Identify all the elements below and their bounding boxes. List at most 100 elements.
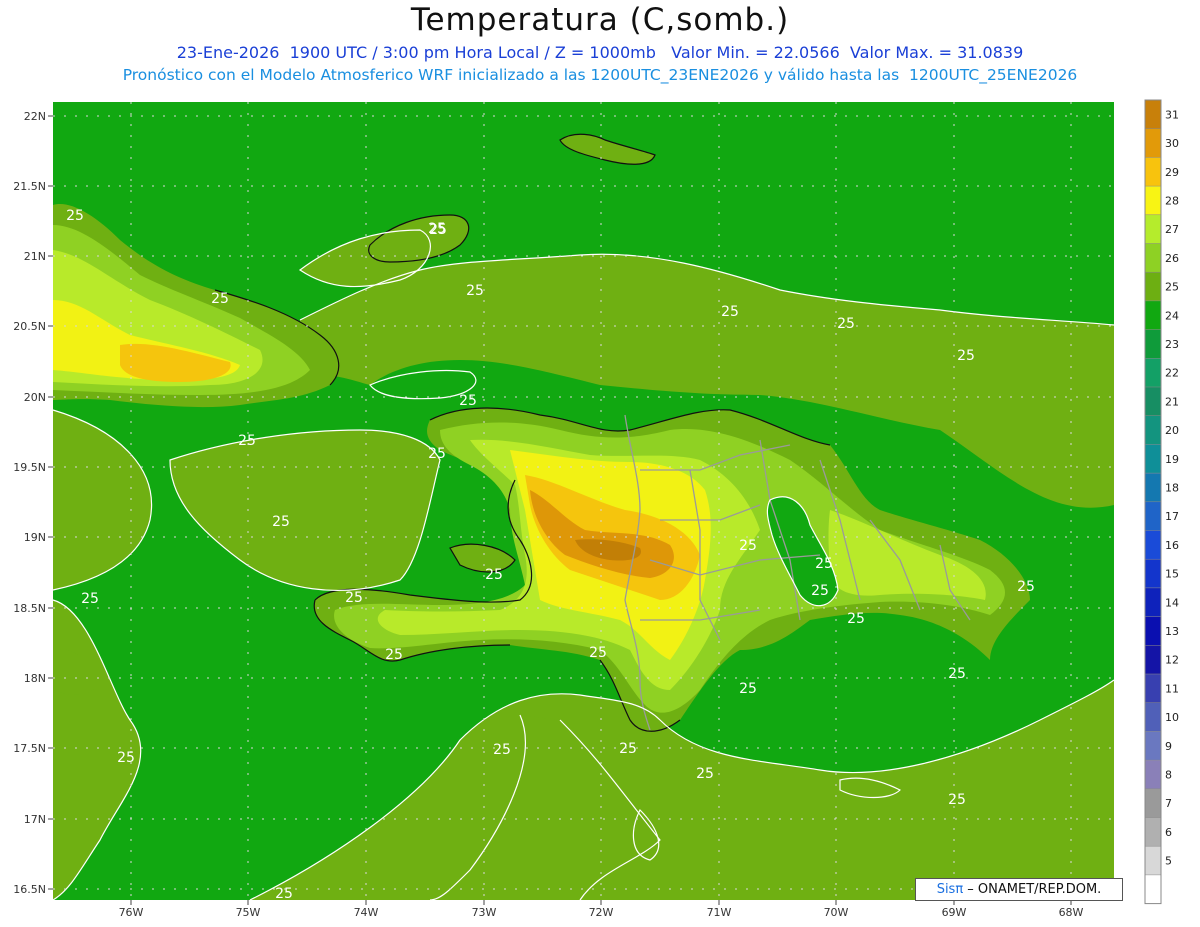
colorbar-cell bbox=[1145, 128, 1161, 158]
colorbar-label: 23 bbox=[1165, 338, 1179, 351]
lon-label: 74W bbox=[354, 906, 379, 919]
lon-label: 73W bbox=[472, 906, 497, 919]
contour-label-25: 25 bbox=[948, 792, 966, 808]
contour-label-25: 25 bbox=[428, 446, 446, 462]
colorbar-label: 5 bbox=[1165, 855, 1172, 868]
colorbar-cell bbox=[1145, 214, 1161, 244]
colorbar-cell bbox=[1145, 674, 1161, 703]
lat-label: 20N bbox=[24, 391, 46, 404]
contour-label-25: 25 bbox=[619, 741, 637, 757]
lat-label: 18N bbox=[24, 672, 46, 685]
latitude-labels: 22N 21.5N 21N 20.5N 20N 19.5N 19N 18.5N 18N 17.5N… bbox=[13, 110, 46, 896]
colorbar-cell bbox=[1145, 702, 1161, 732]
colorbar-cell bbox=[1145, 616, 1161, 646]
lat-label: 19N bbox=[24, 531, 46, 544]
colorbar-label: 7 bbox=[1165, 797, 1172, 810]
colorbar-cell bbox=[1145, 559, 1161, 588]
contour-label-25: 25 bbox=[837, 316, 855, 332]
colorbar-cell bbox=[1145, 387, 1161, 416]
colorbar-cell bbox=[1145, 846, 1161, 875]
colorbar-cell bbox=[1145, 473, 1161, 502]
colorbar-cell bbox=[1145, 157, 1161, 187]
colorbar-cell bbox=[1145, 817, 1161, 847]
contour-label-25: 25 bbox=[721, 304, 739, 320]
temperature-map: 22N 21.5N 21N 20.5N 20N 19.5N 19N 18.5N 18N 17.5N… bbox=[13, 99, 1179, 919]
colorbar-cell bbox=[1145, 272, 1161, 301]
colorbar-label: 25 bbox=[1165, 281, 1179, 294]
colorbar-cell bbox=[1145, 760, 1161, 789]
contour-label-25: 25 bbox=[948, 666, 966, 682]
contour-label-25: 25 bbox=[81, 591, 99, 607]
colorbar-cell bbox=[1145, 444, 1161, 474]
sispi-logo: Sisπ bbox=[936, 882, 964, 897]
colorbar-cell bbox=[1145, 731, 1161, 761]
colorbar-label: 6 bbox=[1165, 826, 1172, 839]
colorbar-cell bbox=[1145, 300, 1161, 330]
colorbar-cell bbox=[1145, 358, 1161, 387]
colorbar-label: 14 bbox=[1165, 596, 1179, 609]
colorbar-label: 8 bbox=[1165, 768, 1172, 781]
credit-text: – ONAMET/REP.DOM. bbox=[963, 882, 1102, 897]
colorbar-cell bbox=[1145, 530, 1161, 560]
lat-label: 20.5N bbox=[13, 320, 46, 333]
colorbar-cell bbox=[1145, 587, 1161, 617]
colorbar-label: 10 bbox=[1165, 711, 1179, 724]
lat-label: 19.5N bbox=[13, 461, 46, 474]
colorbar-cell bbox=[1145, 415, 1161, 445]
lon-label: 72W bbox=[589, 906, 614, 919]
contour-label-25: 25 bbox=[485, 567, 503, 583]
colorbar-label: 16 bbox=[1165, 539, 1179, 552]
contour-label-25: 25 bbox=[811, 583, 829, 599]
colorbar-label: 9 bbox=[1165, 740, 1172, 753]
colorbar-label: 29 bbox=[1165, 166, 1179, 179]
colorbar-cell bbox=[1145, 243, 1161, 273]
colorbar-cell bbox=[1145, 329, 1161, 359]
colorbar-cell bbox=[1145, 501, 1161, 531]
contour-label-25: 25 bbox=[211, 291, 229, 307]
lat-label: 18.5N bbox=[13, 602, 46, 615]
contour-label-25: 25 bbox=[385, 647, 403, 663]
longitude-labels: 76W 75W 74W 73W 72W 71W 70W 69W 68W bbox=[119, 906, 1084, 919]
contour-label-25: 25 bbox=[428, 221, 446, 237]
lat-label: 16.5N bbox=[13, 883, 46, 896]
lat-label: 21.5N bbox=[13, 180, 46, 193]
contour-label-25: 25 bbox=[466, 283, 484, 299]
colorbar-label: 28 bbox=[1165, 194, 1179, 207]
colorbar-label: 11 bbox=[1165, 682, 1179, 695]
lon-label: 76W bbox=[119, 906, 144, 919]
lat-label: 21N bbox=[24, 250, 46, 263]
colorbar-label: 31 bbox=[1165, 108, 1179, 121]
contour-label-25: 25 bbox=[493, 742, 511, 758]
colorbar-label: 22 bbox=[1165, 367, 1179, 380]
contour-label-25: 25 bbox=[238, 433, 256, 449]
colorbar-label: 19 bbox=[1165, 453, 1179, 466]
lon-label: 69W bbox=[942, 906, 967, 919]
contour-label-25: 25 bbox=[589, 645, 607, 661]
colorbar-label: 21 bbox=[1165, 395, 1179, 408]
colorbar-label: 17 bbox=[1165, 510, 1179, 523]
contour-label-25: 25 bbox=[66, 208, 84, 224]
colorbar-cell bbox=[1145, 645, 1161, 674]
colorbar: 31 30 29 28 27 26 25 24 23 22 21 20 19 18 17 16 15 14 13 12… bbox=[1144, 99, 1179, 905]
contour-label-25: 25 bbox=[117, 750, 135, 766]
colorbar-label: 12 bbox=[1165, 654, 1179, 667]
colorbar-label: 15 bbox=[1165, 568, 1179, 581]
colorbar-label: 30 bbox=[1165, 137, 1179, 150]
contour-label-25: 25 bbox=[696, 766, 714, 782]
contour-label-25: 25 bbox=[345, 590, 363, 606]
colorbar-label: 24 bbox=[1165, 309, 1179, 322]
lat-label: 17N bbox=[24, 813, 46, 826]
contour-label-25: 25 bbox=[1017, 579, 1035, 595]
colorbar-label: 18 bbox=[1165, 481, 1179, 494]
colorbar-label: 13 bbox=[1165, 625, 1179, 638]
colorbar-label: 27 bbox=[1165, 223, 1179, 236]
credit-box: Sisπ – ONAMET/REP.DOM. bbox=[915, 878, 1123, 901]
lat-label: 17.5N bbox=[13, 742, 46, 755]
contour-label-25: 25 bbox=[847, 611, 865, 627]
colorbar-cell bbox=[1145, 100, 1161, 129]
colorbar-cell bbox=[1145, 874, 1161, 904]
contour-label-25: 25 bbox=[275, 886, 293, 902]
contour-label-25: 25 bbox=[272, 514, 290, 530]
contour-label-25: 25 bbox=[739, 538, 757, 554]
colorbar-cell bbox=[1145, 186, 1161, 215]
